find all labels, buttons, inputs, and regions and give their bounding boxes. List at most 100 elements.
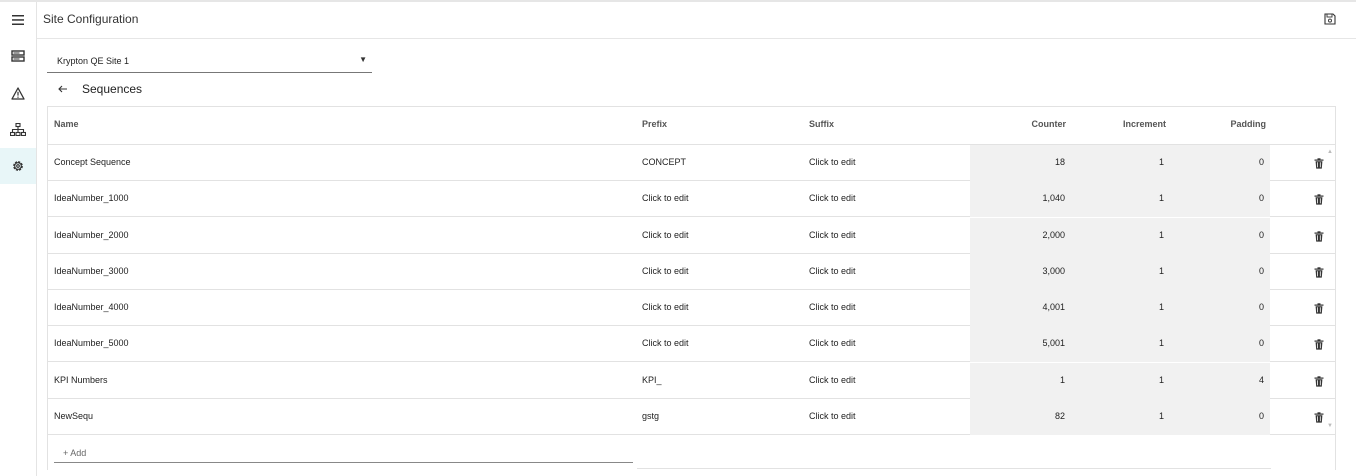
sidebar-item-servers[interactable] <box>0 38 36 74</box>
cell-prefix[interactable]: KPI_ <box>642 375 662 385</box>
delete-row-button[interactable] <box>1314 301 1326 314</box>
server-icon <box>11 50 25 62</box>
delete-row-button[interactable] <box>1314 374 1326 387</box>
cell-increment[interactable]: 1 <box>1108 230 1164 240</box>
cell-name[interactable]: Concept Sequence <box>54 157 131 167</box>
cell-suffix[interactable]: Click to edit <box>809 375 856 385</box>
cell-padding[interactable]: 0 <box>1208 230 1264 240</box>
column-header-suffix[interactable]: Suffix <box>809 119 834 129</box>
cell-padding[interactable]: 0 <box>1208 302 1264 312</box>
cell-prefix[interactable]: Click to edit <box>642 230 689 240</box>
section-title: Sequences <box>82 82 143 96</box>
menu-icon <box>12 15 24 25</box>
cell-counter[interactable]: 1 <box>1008 375 1065 385</box>
cell-suffix[interactable]: Click to edit <box>809 230 856 240</box>
sidebar-item-hierarchy[interactable] <box>0 111 36 147</box>
trash-icon <box>1314 375 1324 387</box>
add-sequence-input[interactable]: + Add <box>54 443 633 463</box>
delete-row-button[interactable] <box>1314 229 1326 242</box>
cell-suffix[interactable]: Click to edit <box>809 266 856 276</box>
cell-suffix[interactable]: Click to edit <box>809 411 856 421</box>
cell-counter[interactable]: 2,000 <box>1008 230 1065 240</box>
save-button[interactable] <box>1324 12 1338 26</box>
cell-suffix[interactable]: Click to edit <box>809 302 856 312</box>
column-header-increment[interactable]: Increment <box>1106 119 1166 129</box>
table-row: IdeaNumber_1000 Click to edit Click to e… <box>48 181 1335 218</box>
cell-prefix[interactable]: CONCEPT <box>642 157 686 167</box>
delete-row-button[interactable] <box>1314 410 1326 423</box>
cell-increment[interactable]: 1 <box>1108 338 1164 348</box>
table-row: NewSequ gstg Click to edit 82 1 0 <box>48 398 1335 435</box>
cell-name[interactable]: IdeaNumber_4000 <box>54 302 129 312</box>
sidebar <box>0 2 37 476</box>
trash-icon <box>1314 339 1324 350</box>
table-row: Concept Sequence CONCEPT Click to edit 1… <box>48 145 1335 181</box>
column-header-prefix[interactable]: Prefix <box>642 119 667 129</box>
column-header-counter[interactable]: Counter <box>1008 119 1067 129</box>
cell-padding[interactable]: 0 <box>1208 157 1264 167</box>
cell-name[interactable]: NewSequ <box>54 411 93 421</box>
cell-name[interactable]: IdeaNumber_5000 <box>54 338 129 348</box>
cell-increment[interactable]: 1 <box>1108 411 1164 421</box>
scroll-down-arrow[interactable]: ▼ <box>1325 423 1335 431</box>
cell-increment[interactable]: 1 <box>1108 302 1164 312</box>
sitemap-icon <box>10 122 26 136</box>
trash-icon <box>1314 158 1324 169</box>
trash-icon <box>1314 267 1324 278</box>
cell-padding[interactable]: 0 <box>1208 193 1264 203</box>
cell-padding[interactable]: 0 <box>1208 338 1264 348</box>
site-select-value: Krypton QE Site 1 <box>57 56 130 66</box>
cell-increment[interactable]: 1 <box>1108 375 1164 385</box>
column-header-name[interactable]: Name <box>54 119 79 129</box>
back-button[interactable] <box>57 82 71 96</box>
cell-prefix[interactable]: Click to edit <box>642 193 689 203</box>
table-row: IdeaNumber_2000 Click to edit Click to e… <box>48 217 1335 254</box>
column-header-padding[interactable]: Padding <box>1206 119 1267 129</box>
cell-prefix[interactable]: Click to edit <box>642 266 689 276</box>
cell-padding[interactable]: 4 <box>1208 375 1264 385</box>
add-sequence-label: + Add <box>63 448 87 458</box>
site-select-dropdown[interactable]: Krypton QE Site 1 ▼ <box>47 51 372 73</box>
page-header: Site Configuration <box>37 2 1356 39</box>
cell-increment[interactable]: 1 <box>1108 266 1164 276</box>
cell-counter[interactable]: 5,001 <box>1008 338 1065 348</box>
cell-suffix[interactable]: Click to edit <box>809 193 856 203</box>
sidebar-item-alerts[interactable] <box>0 75 36 111</box>
delete-row-button[interactable] <box>1314 156 1326 169</box>
cell-prefix[interactable]: gstg <box>642 411 659 421</box>
table-header: Name Prefix Suffix Counter Increment Pad… <box>48 107 1335 145</box>
cell-increment[interactable]: 1 <box>1108 157 1164 167</box>
cell-counter[interactable]: 82 <box>1008 411 1065 421</box>
save-icon <box>1324 13 1336 25</box>
cell-counter[interactable]: 3,000 <box>1008 266 1065 276</box>
cell-padding[interactable]: 0 <box>1208 266 1264 276</box>
scroll-up-arrow[interactable]: ▲ <box>1325 149 1335 157</box>
trash-icon <box>1314 194 1324 205</box>
cell-suffix[interactable]: Click to edit <box>809 338 856 348</box>
delete-row-button[interactable] <box>1314 192 1326 205</box>
cell-counter[interactable]: 1,040 <box>1008 193 1065 203</box>
sequences-table: Name Prefix Suffix Counter Increment Pad… <box>47 106 1336 470</box>
cell-name[interactable]: IdeaNumber_1000 <box>54 193 129 203</box>
table-row: IdeaNumber_4000 Click to edit Click to e… <box>48 290 1335 326</box>
cell-name[interactable]: KPI Numbers <box>54 375 108 385</box>
caret-down-icon: ▼ <box>359 55 367 64</box>
cell-prefix[interactable]: Click to edit <box>642 338 689 348</box>
gear-icon <box>13 161 23 171</box>
table-row: IdeaNumber_3000 Click to edit Click to e… <box>48 253 1335 290</box>
add-row: + Add <box>48 435 1335 470</box>
cell-name[interactable]: IdeaNumber_2000 <box>54 230 129 240</box>
cell-increment[interactable]: 1 <box>1108 193 1164 203</box>
cell-padding[interactable]: 0 <box>1208 411 1264 421</box>
cell-counter[interactable]: 4,001 <box>1008 302 1065 312</box>
cell-counter[interactable]: 18 <box>1008 157 1065 167</box>
divider <box>637 468 1271 469</box>
menu-button[interactable] <box>0 2 36 38</box>
trash-icon <box>1314 230 1324 242</box>
delete-row-button[interactable] <box>1314 265 1326 278</box>
sidebar-item-settings[interactable] <box>0 148 36 184</box>
cell-suffix[interactable]: Click to edit <box>809 157 856 167</box>
delete-row-button[interactable] <box>1314 337 1326 350</box>
cell-prefix[interactable]: Click to edit <box>642 302 689 312</box>
cell-name[interactable]: IdeaNumber_3000 <box>54 266 129 276</box>
